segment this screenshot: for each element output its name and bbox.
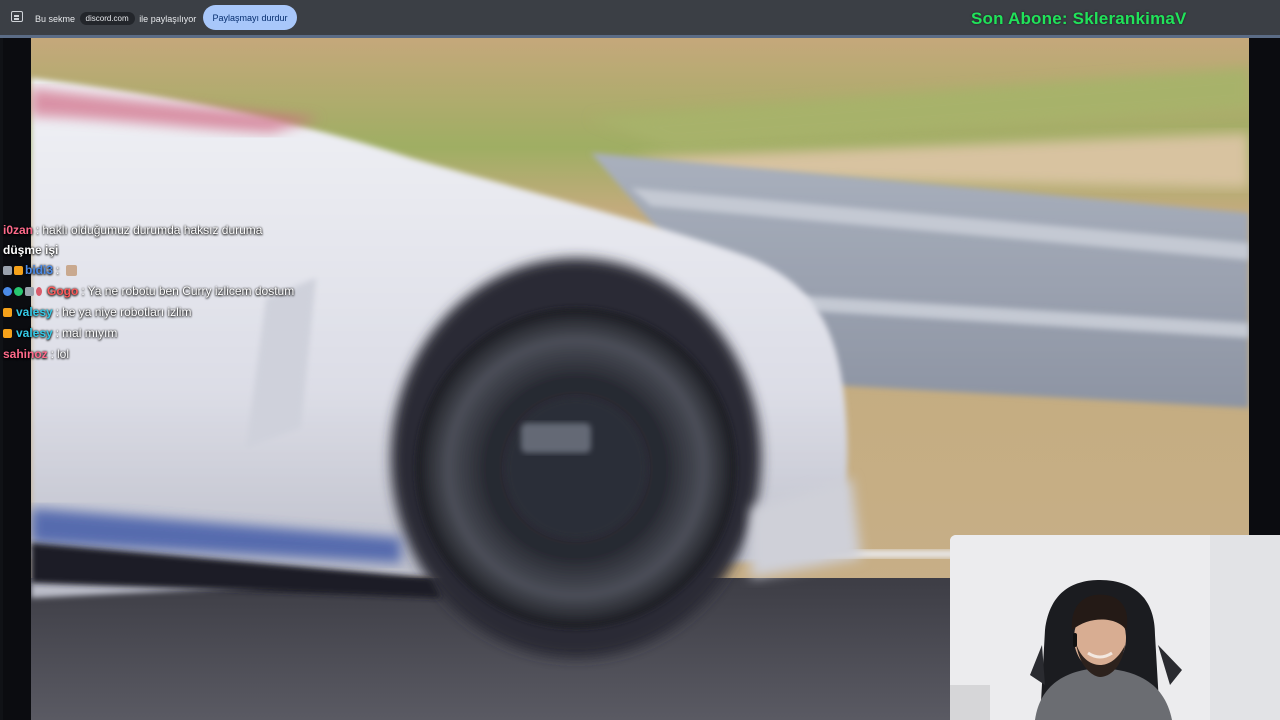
chat-username: i0zan xyxy=(3,223,34,237)
chat-username: bidi3 xyxy=(25,263,54,277)
streamer-webcam-image xyxy=(950,535,1280,720)
last-subscriber-label: Son Abone: SklerankimaV xyxy=(971,9,1187,28)
subscriber-crown-icon xyxy=(14,266,23,275)
subscriber-crown-icon xyxy=(3,329,12,338)
sharing-prefix: Bu sekme xyxy=(35,14,76,24)
globe-badge-icon xyxy=(25,287,34,296)
chat-message: i0zan : haklı olduğumuz durumda haksız d… xyxy=(3,220,343,241)
chat-separator: : xyxy=(56,263,60,277)
chat-text: he ya niye robotları izlim xyxy=(62,305,192,319)
verified-badge-icon xyxy=(3,287,12,296)
chat-text: haklı olduğumuz durumda haksız duruma xyxy=(42,223,263,237)
letterbox-left xyxy=(3,38,31,720)
chat-separator: : xyxy=(36,223,40,237)
chat-text: lol xyxy=(57,347,70,361)
chat-message: bidi3 : xyxy=(3,260,343,281)
viewer-badge-icon xyxy=(3,266,12,275)
chat-message: Gogo : Ya ne robotu ben Curry izlicem do… xyxy=(3,281,343,302)
chat-separator: : xyxy=(81,284,85,298)
tab-sharing-bar: Bu sekme discord.com ile paylaşılıyor Pa… xyxy=(0,0,1280,35)
chat-username: Gogo xyxy=(47,284,79,298)
chat-message: valesy : mal mıyım xyxy=(3,323,343,344)
chat-text: mal mıyım xyxy=(62,326,118,340)
chat-message: sahinoz : lol xyxy=(3,344,343,365)
shared-domain-chip: discord.com xyxy=(79,12,135,25)
chat-separator: : xyxy=(55,305,60,319)
emote-icon xyxy=(66,265,78,276)
stop-sharing-button[interactable]: Paylaşmayı durdur xyxy=(203,5,297,30)
chat-message: valesy : he ya niye robotları izlim xyxy=(3,302,343,323)
webcam-overlay xyxy=(950,535,1280,720)
chat-text: Ya ne robotu ben Curry izlicem dostum xyxy=(87,284,295,298)
sharing-suffix: ile paylaşılıyor xyxy=(139,14,197,24)
subscriber-crown-icon xyxy=(3,308,12,317)
screen-share-icon xyxy=(11,11,23,22)
sharing-status: Bu sekme discord.com ile paylaşılıyor xyxy=(35,12,196,25)
check-badge-icon xyxy=(14,287,23,296)
chat-username: valesy xyxy=(16,326,53,340)
chat-username: valesy xyxy=(16,305,53,319)
chat-overlay: i0zan : haklı olduğumuz durumda haksız d… xyxy=(3,220,343,365)
chat-separator: : xyxy=(50,347,55,361)
chat-message-continuation: düşme işi xyxy=(3,241,343,260)
chat-text: düşme işi xyxy=(3,243,59,257)
chat-username: sahinoz xyxy=(3,347,48,361)
bottle-badge-icon xyxy=(36,287,42,296)
chat-separator: : xyxy=(55,326,60,340)
